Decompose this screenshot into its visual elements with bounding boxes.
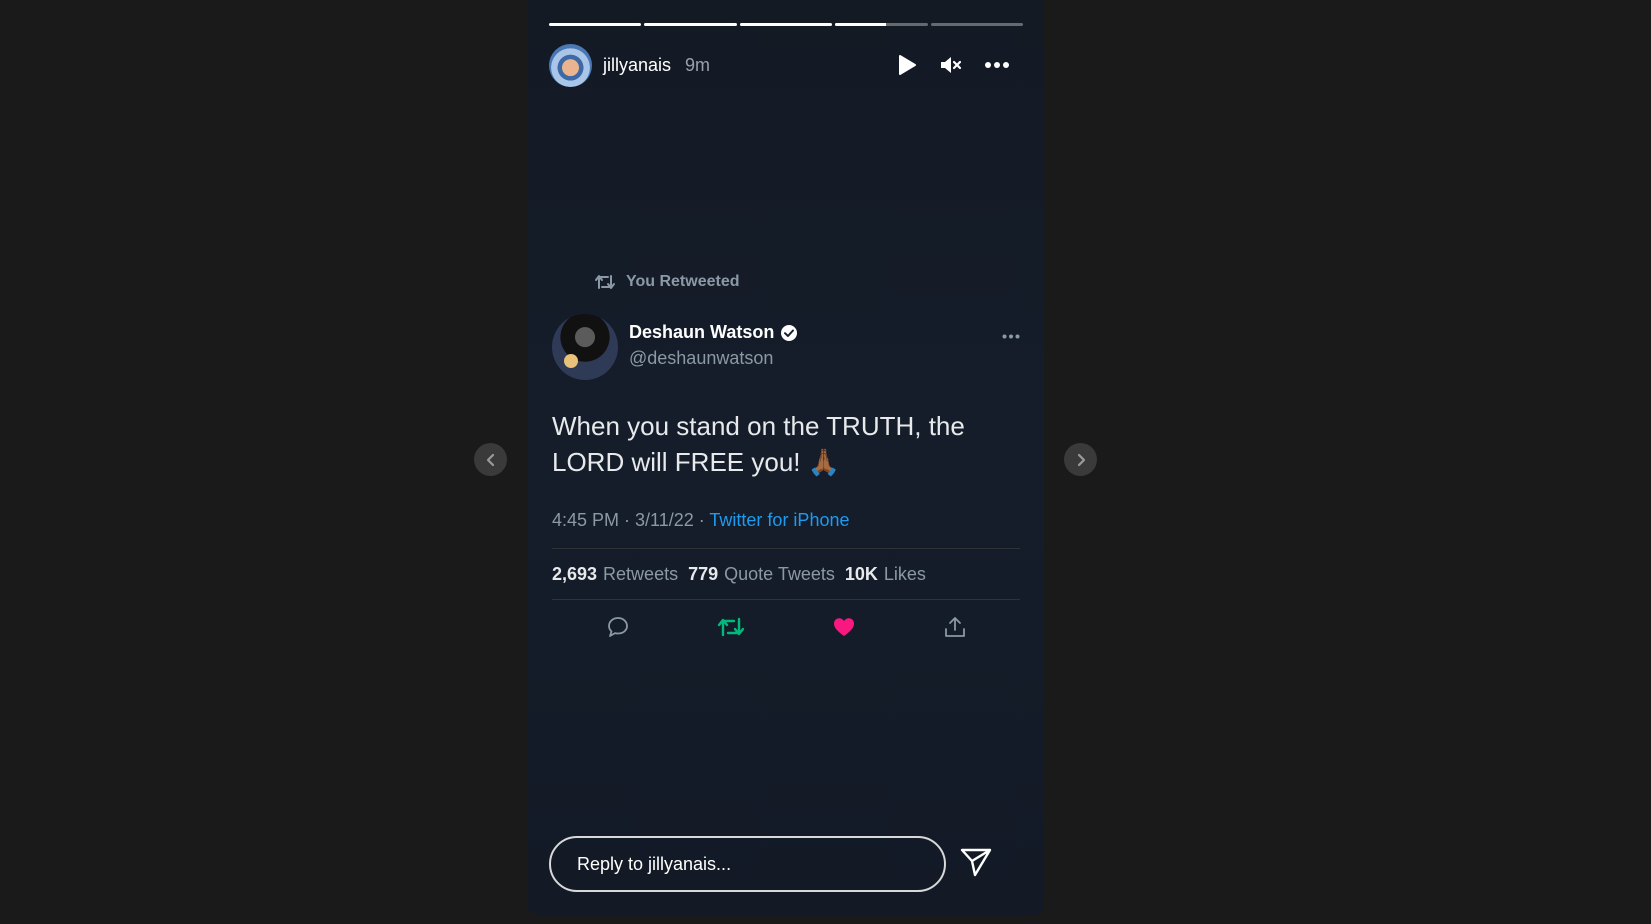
progress-fill [549, 23, 642, 26]
story-controls [897, 54, 1023, 76]
more-icon [985, 62, 1009, 68]
reply-bar: Reply to jillyanais... [549, 834, 1023, 894]
embedded-tweet[interactable]: You Retweeted Deshaun Watson @deshaunwat… [552, 270, 1020, 654]
story-time: 9m [685, 54, 711, 75]
author-handle[interactable]: @deshaunwatson [629, 348, 798, 369]
tweet-timestamp: 4:45 PM · 3/11/22 · [552, 510, 710, 530]
tweet-source-link[interactable]: Twitter for iPhone [709, 510, 849, 530]
tweet-more-button[interactable] [1002, 326, 1020, 344]
verified-badge-icon [781, 324, 798, 341]
story-username[interactable]: jillyanais [603, 55, 671, 76]
progress-segment [930, 23, 1024, 26]
retweet-small-icon [595, 275, 615, 289]
retweeted-label: You Retweeted [626, 273, 740, 290]
author-names: Deshaun Watson @deshaunwatson [629, 322, 798, 369]
share-icon [944, 617, 965, 637]
story-header: jillyanais 9m [549, 43, 1023, 87]
story-viewer[interactable]: jillyanais 9m You Retweeted Deshaun Wats… [528, 0, 1044, 915]
progress-segment [835, 23, 928, 26]
retweet-action[interactable] [717, 616, 745, 638]
mute-icon [941, 57, 962, 73]
retweet-icon [717, 617, 744, 637]
reply-input[interactable]: Reply to jillyanais... [549, 836, 946, 892]
story-author-avatar[interactable] [549, 43, 592, 87]
progress-fill [835, 23, 887, 26]
author-name[interactable]: Deshaun Watson [629, 322, 774, 343]
tweet-author: Deshaun Watson @deshaunwatson [552, 314, 1020, 380]
previous-story-button[interactable] [474, 443, 507, 476]
likes-stat[interactable]: 10K Likes [845, 564, 926, 585]
progress-segment [739, 23, 833, 26]
story-more-button[interactable] [985, 61, 1009, 69]
play-button[interactable] [897, 54, 917, 76]
reply-action[interactable] [606, 615, 630, 639]
story-progress [549, 23, 1024, 26]
progress-segment [644, 23, 737, 26]
send-button[interactable] [960, 847, 992, 882]
heart-icon [833, 618, 854, 636]
tweet-text: When you stand on the TRUTH, the LORD wi… [552, 411, 965, 477]
share-action[interactable] [943, 615, 967, 639]
progress-fill [739, 23, 833, 26]
like-action[interactable] [832, 616, 856, 638]
tweet-actions [552, 600, 1020, 654]
more-horizontal-icon [1002, 334, 1020, 339]
progress-fill [644, 23, 737, 26]
progress-segment [549, 23, 642, 26]
author-avatar[interactable] [552, 314, 618, 380]
next-story-button[interactable] [1064, 443, 1097, 476]
play-icon [899, 55, 916, 75]
tweet-stats: 2,693 Retweets 779 Quote Tweets 10K Likes [552, 549, 1020, 599]
chevron-right-icon [1077, 453, 1085, 466]
mute-button[interactable] [939, 54, 963, 76]
author-name-row: Deshaun Watson [629, 322, 798, 343]
comment-icon [607, 617, 628, 637]
quote-tweets-stat[interactable]: 779 Quote Tweets [688, 564, 835, 585]
send-icon [960, 848, 992, 876]
tweet-meta: 4:45 PM · 3/11/22 · Twitter for iPhone [552, 510, 1020, 531]
retweets-stat[interactable]: 2,693 Retweets [552, 564, 678, 585]
chevron-left-icon [486, 453, 494, 466]
retweeted-indicator: You Retweeted [594, 270, 1020, 294]
stage: jillyanais 9m You Retweeted Deshaun Wats… [0, 0, 1651, 924]
